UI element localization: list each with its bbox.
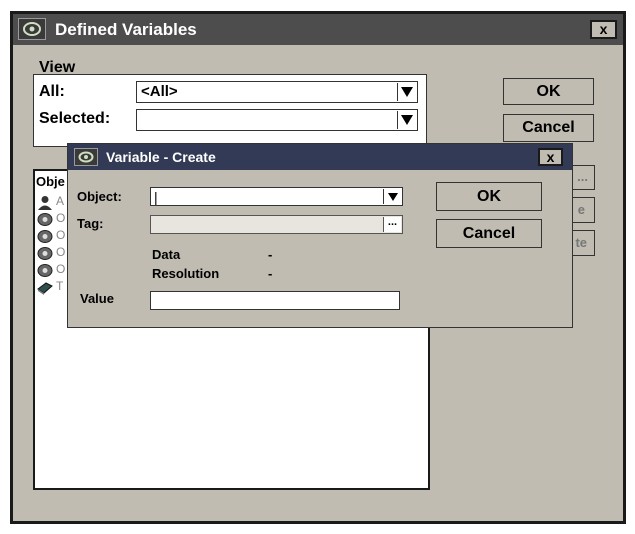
resolution-label: Resolution (152, 266, 220, 281)
window-titlebar[interactable]: Defined Variables x (13, 14, 623, 45)
dialog-title: Variable - Create (106, 149, 216, 165)
tag-label: Tag: (77, 216, 104, 231)
chevron-down-icon[interactable] (397, 83, 416, 101)
selected-dropdown[interactable] (136, 109, 418, 131)
list-item[interactable]: A (36, 194, 70, 211)
all-dropdown[interactable]: <All> (136, 81, 418, 103)
dialog-titlebar[interactable]: Variable - Create x (68, 144, 572, 170)
gear-object-icon (37, 246, 53, 261)
book-icon (37, 280, 53, 295)
dialog-ok-button[interactable]: OK (436, 182, 542, 211)
list-item[interactable]: O (36, 228, 70, 245)
list-item[interactable]: O (36, 211, 70, 228)
gear-object-icon (37, 263, 53, 278)
gear-object-icon (37, 212, 53, 227)
data-value: - (268, 247, 273, 262)
window-close-button[interactable]: x (590, 20, 617, 39)
chevron-down-icon[interactable] (383, 189, 401, 204)
person-icon (37, 195, 53, 210)
value-input[interactable] (150, 291, 400, 310)
window-title: Defined Variables (55, 20, 197, 39)
cancel-button[interactable]: Cancel (503, 114, 594, 142)
ok-button[interactable]: OK (503, 78, 594, 105)
gear-object-icon (37, 229, 53, 244)
list-rows: A O O O O T (36, 194, 70, 296)
value-label: Value (80, 291, 114, 306)
object-dropdown-value: | (154, 189, 158, 205)
resolution-value: - (268, 266, 273, 281)
list-item[interactable]: O (36, 262, 70, 279)
dialog-cancel-button[interactable]: Cancel (436, 219, 542, 248)
all-label: All: (39, 83, 65, 100)
dialog-close-button[interactable]: x (538, 148, 563, 166)
app-icon (18, 18, 46, 40)
tag-browse-button[interactable]: ... (383, 217, 401, 232)
app-icon (74, 148, 98, 166)
object-label: Object: (77, 189, 122, 204)
tag-field[interactable]: ... (150, 215, 403, 234)
selected-label: Selected: (39, 110, 111, 127)
object-dropdown[interactable]: | (150, 187, 403, 206)
list-item[interactable]: T (36, 279, 70, 296)
chevron-down-icon[interactable] (397, 111, 416, 129)
all-dropdown-value: <All> (141, 83, 178, 100)
list-item[interactable]: O (36, 245, 70, 262)
data-label: Data (152, 247, 181, 262)
